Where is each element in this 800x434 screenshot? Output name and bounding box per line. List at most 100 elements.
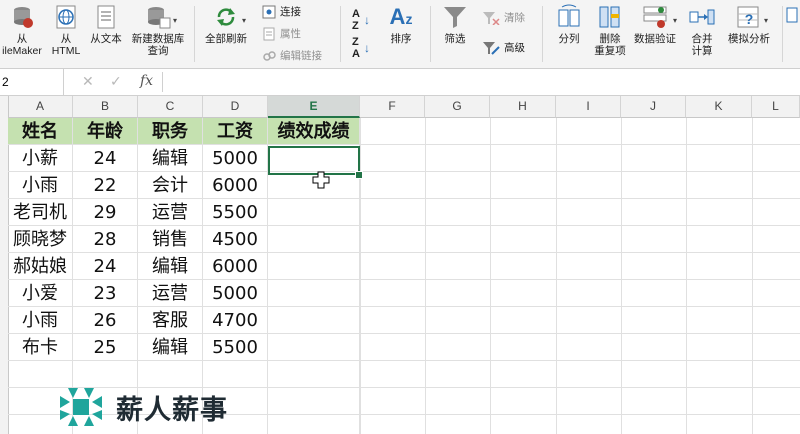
fill-handle[interactable]	[355, 171, 363, 179]
gridline	[360, 171, 800, 172]
column-header-b[interactable]: B	[73, 96, 138, 118]
table-cell[interactable]: 运营	[138, 280, 203, 307]
gridline	[360, 279, 800, 280]
table-cell[interactable]: 6000	[203, 172, 268, 199]
table-cell[interactable]	[268, 226, 360, 253]
column-header-j[interactable]: J	[621, 96, 686, 118]
outline-button[interactable]	[786, 4, 800, 33]
chevron-down-icon[interactable]: ▾	[173, 16, 177, 25]
confirm-icon[interactable]: ✓	[110, 73, 122, 90]
table-cell[interactable]: 编辑	[138, 334, 203, 361]
advanced-filter-button[interactable]: 高级	[482, 40, 525, 55]
from-text-button[interactable]: 从文本	[88, 4, 124, 45]
clear-filter-icon	[483, 11, 500, 25]
connections-icon	[262, 5, 276, 18]
table-cell[interactable]: 5000	[203, 280, 268, 307]
gridline	[360, 306, 800, 307]
table-cell[interactable]: 客服	[138, 307, 203, 334]
column-header-i[interactable]: I	[556, 96, 621, 118]
table-cell[interactable]: 小雨	[8, 172, 73, 199]
gridline	[267, 361, 268, 434]
table-cell[interactable]: 小雨	[8, 307, 73, 334]
outline-icon	[780, 4, 800, 30]
clear-filter-button[interactable]: 清除	[482, 10, 525, 25]
formula-input[interactable]	[168, 71, 798, 93]
table-cell[interactable]: 5000	[203, 145, 268, 172]
column-header-f[interactable]: F	[360, 96, 425, 118]
table-cell[interactable]: 顾晓梦	[8, 226, 73, 253]
column-header-k[interactable]: K	[686, 96, 752, 118]
table-header-cell[interactable]: 年龄	[73, 118, 138, 145]
table-cell[interactable]	[268, 307, 360, 334]
gridline	[359, 361, 360, 434]
table-cell[interactable]: 小爱	[8, 280, 73, 307]
column-header-l[interactable]: L	[752, 96, 800, 118]
table-cell[interactable]: 编辑	[138, 253, 203, 280]
table-cell[interactable]: 5500	[203, 199, 268, 226]
table-cell[interactable]: 布卡	[8, 334, 73, 361]
connections-button[interactable]: 连接	[262, 4, 301, 19]
function-icon[interactable]: fx	[140, 73, 153, 89]
table-cell[interactable]: 23	[73, 280, 138, 307]
table-cell[interactable]: 编辑	[138, 145, 203, 172]
remove-duplicates-button[interactable]: 删除 重复项	[590, 4, 630, 57]
chevron-down-icon[interactable]: ▾	[764, 16, 768, 25]
table-cell[interactable]	[268, 280, 360, 307]
remove-duplicates-icon	[597, 4, 623, 30]
table-cell[interactable]: 28	[73, 226, 138, 253]
table-cell[interactable]: 26	[73, 307, 138, 334]
data-validation-button[interactable]: 数据验证	[632, 4, 678, 45]
chevron-down-icon[interactable]: ▾	[673, 16, 677, 25]
name-box[interactable]: 2	[0, 69, 64, 95]
table-cell[interactable]: 25	[73, 334, 138, 361]
table-cell[interactable]	[268, 253, 360, 280]
column-header-d[interactable]: D	[203, 96, 268, 118]
table-cell[interactable]	[268, 199, 360, 226]
table-cell[interactable]: 运营	[138, 199, 203, 226]
watermark-text: 薪人薪事	[116, 394, 228, 426]
table-cell[interactable]: 24	[73, 253, 138, 280]
table-cell[interactable]: 5500	[203, 334, 268, 361]
table-cell[interactable]: 小薪	[8, 145, 73, 172]
table-cell[interactable]: 4700	[203, 307, 268, 334]
table-cell[interactable]: 郝姑娘	[8, 253, 73, 280]
properties-button[interactable]: 属性	[262, 26, 301, 41]
column-header-g[interactable]: G	[425, 96, 490, 118]
table-cell[interactable]: 会计	[138, 172, 203, 199]
table-cell[interactable]: 老司机	[8, 199, 73, 226]
from-filemaker-button[interactable]: 从 ileMaker	[2, 4, 42, 57]
table-cell[interactable]: 22	[73, 172, 138, 199]
advanced-label: 高级	[504, 42, 525, 54]
refresh-all-label: 全部刷新	[205, 33, 247, 45]
cell-cursor-icon	[312, 171, 330, 189]
table-cell[interactable]	[268, 334, 360, 361]
table-cell[interactable]: 销售	[138, 226, 203, 253]
column-header-h[interactable]: H	[490, 96, 556, 118]
clear-label: 清除	[504, 12, 525, 24]
table-cell[interactable]: 6000	[203, 253, 268, 280]
cancel-icon[interactable]: ✕	[82, 73, 94, 90]
new-database-query-button[interactable]: 新建数据库 查询	[128, 4, 188, 57]
gridline	[360, 198, 800, 199]
svg-text:?: ?	[745, 11, 754, 27]
consolidate-button[interactable]: 合并 计算	[684, 4, 720, 57]
table-cell[interactable]: 4500	[203, 226, 268, 253]
chevron-down-icon[interactable]: ▾	[242, 16, 246, 25]
column-header-c[interactable]: C	[138, 96, 203, 118]
table-header-cell[interactable]: 工资	[203, 118, 268, 145]
sort-ascending-button[interactable]: AZ ↓	[352, 8, 370, 32]
edit-links-button[interactable]: 编辑链接	[262, 48, 322, 63]
column-header-a[interactable]: A	[8, 96, 73, 118]
filter-button[interactable]: 筛选	[438, 4, 472, 45]
sort-descending-button[interactable]: ZA ↓	[352, 36, 370, 60]
sort-button[interactable]: Az 排序	[384, 4, 418, 45]
text-to-columns-button[interactable]: 分列	[552, 4, 586, 45]
table-cell[interactable]: 29	[73, 199, 138, 226]
column-header-e[interactable]: E	[268, 96, 360, 118]
table-cell[interactable]: 24	[73, 145, 138, 172]
from-html-button[interactable]: 从 HTML	[46, 4, 86, 57]
table-header-cell[interactable]: 姓名	[8, 118, 73, 145]
table-header-cell[interactable]: 职务	[138, 118, 203, 145]
sort-descending-icon: ZA	[352, 36, 360, 60]
table-header-cell[interactable]: 绩效成绩	[268, 118, 360, 145]
